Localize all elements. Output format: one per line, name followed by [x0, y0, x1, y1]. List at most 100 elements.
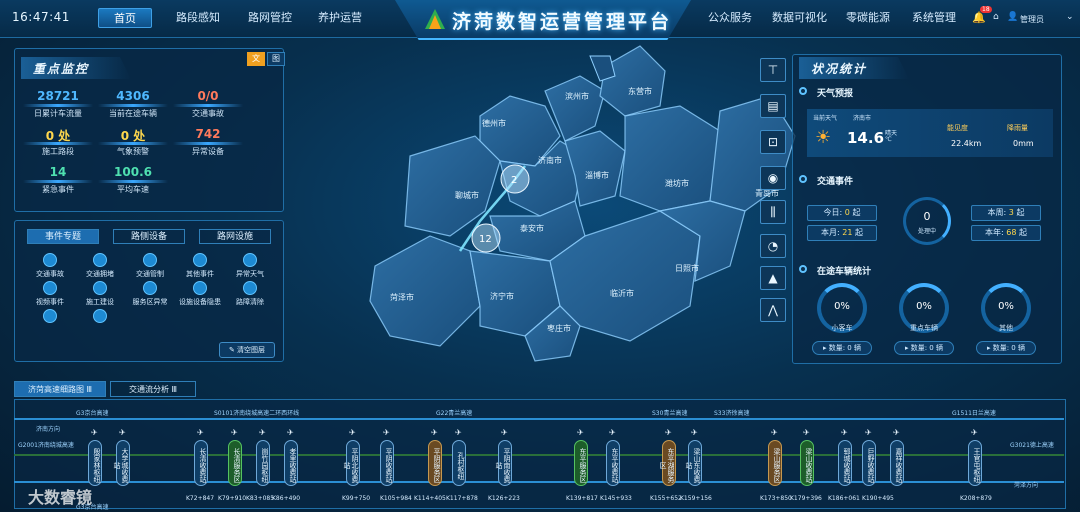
station-marker[interactable]: 王官屯枢纽: [968, 440, 982, 486]
clear-layers-button[interactable]: ✎ 清空图层: [219, 342, 275, 358]
nav-data-visual[interactable]: 数据可视化: [772, 8, 827, 28]
event-type-label[interactable]: 交通事故: [27, 269, 73, 279]
vehicle-count-button[interactable]: ▸ 数量: 0 辆: [976, 341, 1036, 355]
km-marker: K208+879: [960, 495, 992, 502]
station-icon: ✈: [431, 428, 438, 437]
event-type-label[interactable]: 其他事件: [177, 269, 223, 279]
stat-label: 异常设备: [192, 147, 224, 156]
event-type-icon[interactable]: [93, 253, 107, 267]
station-marker[interactable]: 东平收费站: [606, 440, 620, 486]
station-marker[interactable]: 长清服务区: [228, 440, 242, 486]
station-marker[interactable]: 梁山东收费站: [685, 440, 702, 486]
km-marker: K186+061: [828, 495, 860, 502]
event-type-label[interactable]: 施工建设: [77, 297, 123, 307]
toggle-graph[interactable]: 图: [267, 52, 285, 66]
event-type-icon[interactable]: [193, 253, 207, 267]
event-type-label[interactable]: 路障清除: [227, 297, 273, 307]
event-type-label[interactable]: 视频事件: [27, 297, 73, 307]
station-marker[interactable]: 梁山收费站: [800, 440, 814, 486]
station-marker[interactable]: 殷家林枢纽: [88, 440, 102, 486]
toggle-text[interactable]: 文: [247, 52, 265, 66]
nav-zero-carbon[interactable]: 零碳能源: [846, 8, 890, 28]
event-type-icon[interactable]: [43, 253, 57, 267]
capture-tool-button[interactable]: ◉: [760, 166, 786, 190]
station-marker[interactable]: 平阴南收费站: [495, 440, 512, 486]
station-marker[interactable]: 东平服务区: [574, 440, 588, 486]
km-marker: K155+652: [650, 495, 682, 502]
km-marker: K173+850: [760, 495, 792, 502]
event-type-icon[interactable]: [93, 309, 107, 323]
stat-label: 当前在途车辆: [109, 109, 157, 118]
tab-traffic-analysis[interactable]: 交通流分析 Ⅲ: [110, 381, 196, 397]
nav-maintenance[interactable]: 养护运营: [310, 8, 370, 28]
station-marker[interactable]: 平阴服务区: [428, 440, 442, 486]
rain-label: 降雨量: [1007, 124, 1028, 132]
km-marker: K114+405: [414, 495, 446, 502]
station-marker[interactable]: 孔村枢纽: [452, 440, 466, 486]
city-label: 东营市: [628, 86, 652, 96]
station-marker[interactable]: 孝里收费站: [284, 440, 298, 486]
station-marker[interactable]: 巨野收费站: [862, 440, 876, 486]
city-label: 聊城市: [455, 190, 479, 200]
tab-highway-map[interactable]: 济菏高速细路图 Ⅲ: [14, 381, 106, 397]
station-marker[interactable]: 嘉祥收费站: [890, 440, 904, 486]
sign-tool-button[interactable]: ⊡: [760, 130, 786, 154]
station-marker[interactable]: 东平湖服务区: [659, 440, 676, 486]
event-type-label[interactable]: 异常天气: [227, 269, 273, 279]
broadcast-tool-button[interactable]: ▲: [760, 266, 786, 290]
tab-roadside-devices[interactable]: 路侧设备: [113, 229, 185, 244]
stat-label: 气象预警: [117, 147, 149, 156]
app-root: 16:47:41 首页 路段感知 路网管控 养护运营 济菏数智运营管理平台 公众…: [0, 0, 1080, 512]
event-type-icon[interactable]: [43, 309, 57, 323]
event-type-icon[interactable]: [143, 281, 157, 295]
event-type-icon[interactable]: [193, 281, 207, 295]
station-marker[interactable]: 长清收费站: [194, 440, 208, 486]
nav-public-service[interactable]: 公众服务: [708, 8, 752, 28]
section-dot: [799, 265, 807, 273]
stat-value: 14: [49, 165, 67, 179]
nav-network-control[interactable]: 路网管控: [240, 8, 300, 28]
week-value: 3: [1008, 208, 1014, 217]
station-marker[interactable]: 崮竹园枢纽: [256, 440, 270, 486]
station-icon: ✈: [197, 428, 204, 437]
year-events: 本年: 68 起: [971, 225, 1041, 241]
tab-traffic-analysis-label: 交通流分析: [128, 385, 169, 394]
vehicle-count-button[interactable]: ▸ 数量: 0 辆: [812, 341, 872, 355]
cluster-count: 2: [511, 175, 517, 186]
station-marker[interactable]: 梁山服务区: [768, 440, 782, 486]
event-type-icon[interactable]: [243, 253, 257, 267]
station-marker[interactable]: 郓城收费站: [838, 440, 852, 486]
screen-icon[interactable]: ⌂: [993, 12, 999, 22]
station-icon: ✈: [577, 428, 584, 437]
layer-tool-button[interactable]: ▤: [760, 94, 786, 118]
event-type-icon[interactable]: [43, 281, 57, 295]
tab-network-facilities[interactable]: 路网设施: [199, 229, 271, 244]
event-type-icon[interactable]: [93, 281, 107, 295]
road-line-top: [14, 418, 1064, 420]
road-name-label: S30青兰高速: [652, 410, 688, 417]
province-map[interactable]: 聊城市 德州市 济南市 滨州市 东营市 淄博市 潍坊市 泰安市 济宁市 临沂市 …: [360, 36, 800, 376]
weather-city: 济南市: [853, 115, 872, 122]
nav-system-admin[interactable]: 系统管理: [912, 8, 956, 28]
nav-road-sense[interactable]: 路段感知: [168, 8, 228, 28]
event-type-label[interactable]: 交通管制: [127, 269, 173, 279]
station-marker[interactable]: 平阴北收费站: [343, 440, 360, 486]
event-type-label[interactable]: 交通拥堵: [77, 269, 123, 279]
event-type-icon[interactable]: [243, 281, 257, 295]
station-marker[interactable]: 大学城收费站: [113, 440, 130, 486]
station-marker[interactable]: 平阴收费站: [380, 440, 394, 486]
settings-tool-button[interactable]: ⫼: [760, 200, 786, 224]
filter-tool-button[interactable]: ⊤: [760, 58, 786, 82]
event-type-label[interactable]: 服务区异常: [127, 297, 173, 307]
vehicles-title: 在途车辆统计: [817, 267, 872, 277]
tab-event-topic[interactable]: 事件专题: [27, 229, 99, 244]
cctv-tool-button[interactable]: ◔: [760, 234, 786, 258]
vehicle-count-button[interactable]: ▸ 数量: 0 辆: [894, 341, 954, 355]
chevron-down-icon[interactable]: ⌄: [1066, 12, 1074, 22]
weather-card: 当前天气 济南市 ☀ 14.6 晴天 ℃ 能见度 22.4km 降雨量 0mm: [807, 109, 1053, 157]
event-type-label[interactable]: 设施设备隐患: [177, 297, 223, 307]
road-tool-button[interactable]: ⋀: [760, 298, 786, 322]
nav-home[interactable]: 首页: [98, 8, 152, 28]
event-type-icon[interactable]: [143, 253, 157, 267]
user-name[interactable]: 管理员: [1020, 14, 1044, 25]
